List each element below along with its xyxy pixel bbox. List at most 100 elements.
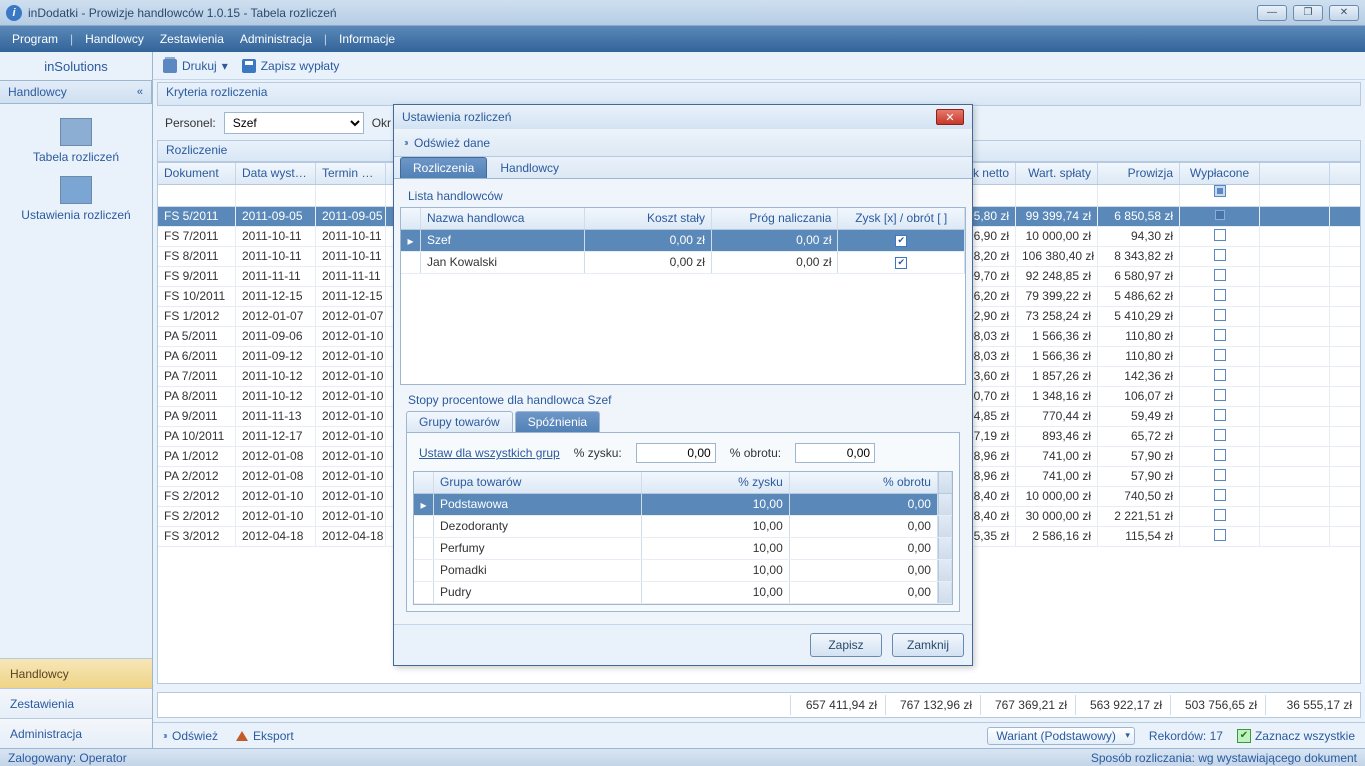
total-3: 767 369,21 zł (980, 695, 1075, 715)
checkbox-icon[interactable] (1214, 229, 1226, 241)
checkbox-icon[interactable] (1214, 489, 1226, 501)
traders-grid: Nazwa handlowca Koszt stały Próg nalicza… (400, 207, 966, 385)
stopy-header: Stopy procentowe dla handlowca Szef (400, 385, 966, 411)
set-all-groups-link[interactable]: Ustaw dla wszystkich grup (419, 446, 560, 460)
checkbox-icon[interactable]: ✔ (895, 257, 907, 269)
checkbox-icon[interactable]: ✔ (895, 235, 907, 247)
checkbox-icon[interactable] (1214, 429, 1226, 441)
app-icon: i (6, 5, 22, 21)
col-koszt[interactable]: Koszt stały (585, 208, 712, 229)
col-termin[interactable]: Termin pł... (316, 163, 386, 184)
checkbox-icon[interactable] (1214, 529, 1226, 541)
obrot-label: % obrotu: (730, 446, 781, 460)
variant-dropdown[interactable]: Wariant (Podstawowy) (987, 727, 1135, 745)
status-right: Sposób rozliczania: wg wystawiającego do… (1091, 751, 1357, 765)
sidebar-header-label: Handlowcy (8, 85, 67, 99)
checkbox-icon[interactable] (1214, 209, 1226, 221)
tab-rozliczenia[interactable]: Rozliczenia (400, 157, 487, 178)
minimize-button[interactable]: — (1257, 5, 1287, 21)
sidebar-foot-handlowcy[interactable]: Handlowcy (0, 658, 152, 688)
dialog-titlebar[interactable]: Ustawienia rozliczeń ✕ (394, 105, 972, 129)
records-count: Rekordów: 17 (1149, 729, 1223, 743)
col-data-wyst[interactable]: Data wysta... (236, 163, 316, 184)
group-row[interactable]: Dezodoranty10,000,00 (414, 516, 952, 538)
menu-zestawienia[interactable]: Zestawienia (156, 30, 228, 48)
checkbox-header-icon[interactable] (1214, 185, 1226, 197)
checkbox-icon[interactable] (1214, 249, 1226, 261)
col-prowizja[interactable]: Prowizja (1098, 163, 1180, 184)
checkbox-icon[interactable] (1214, 509, 1226, 521)
menu-handlowcy[interactable]: Handlowcy (81, 30, 148, 48)
col-pc-obrotu[interactable]: % obrotu (790, 472, 938, 493)
trader-row[interactable]: Jan Kowalski0,00 zł0,00 zł✔ (401, 252, 965, 274)
total-6: 36 555,17 zł (1265, 695, 1360, 715)
col-wart-splaty[interactable]: Wart. spłaty (1016, 163, 1098, 184)
checkbox-icon[interactable] (1214, 469, 1226, 481)
checkbox-icon[interactable] (1214, 269, 1226, 281)
total-4: 563 922,17 zł (1075, 695, 1170, 715)
zysk-label: % zysku: (574, 446, 622, 460)
obrot-input[interactable] (795, 443, 875, 463)
col-wyplacone[interactable]: Wypłacone (1180, 163, 1260, 184)
total-5: 503 756,65 zł (1170, 695, 1265, 715)
sidebar-item-ustawienia-rozliczen[interactable]: Ustawienia rozliczeń (0, 172, 152, 226)
refresh-button[interactable]: Odśwież (163, 729, 218, 743)
subtab-grupy[interactable]: Grupy towarów (406, 411, 513, 432)
trader-row[interactable]: ▸Szef0,00 zł0,00 zł✔ (401, 230, 965, 252)
select-all-button[interactable]: ✔ Zaznacz wszystkie (1237, 729, 1355, 743)
col-prog[interactable]: Próg naliczania (712, 208, 839, 229)
zysk-input[interactable] (636, 443, 716, 463)
print-button[interactable]: Drukuj ▾ (163, 59, 228, 73)
maximize-button[interactable]: ❐ (1293, 5, 1323, 21)
traders-list-header: Lista handlowców (400, 185, 966, 207)
okres-label: Okr (372, 116, 391, 130)
save-icon (242, 59, 256, 73)
close-button[interactable]: ✕ (1329, 5, 1359, 21)
refresh-icon (404, 141, 408, 145)
sidebar-item-tabela-rozliczen[interactable]: Tabela rozliczeń (0, 114, 152, 168)
save-button[interactable]: Zapisz (810, 633, 882, 657)
brand: inSolutions (0, 52, 152, 80)
dialog-refresh-button[interactable]: Odśwież dane (414, 136, 490, 150)
scrollbar[interactable] (938, 472, 952, 493)
dialog-toolbar: Odśwież dane (394, 129, 972, 157)
sidebar-foot-administracja[interactable]: Administracja (0, 718, 152, 748)
group-row[interactable]: Pudry10,000,00 (414, 582, 952, 604)
checkbox-icon[interactable] (1214, 409, 1226, 421)
group-row[interactable]: ▸Podstawowa10,000,00 (414, 494, 952, 516)
sidebar-item-label: Ustawienia rozliczeń (21, 208, 130, 222)
checkbox-icon[interactable] (1214, 369, 1226, 381)
checkbox-icon[interactable] (1214, 349, 1226, 361)
checkbox-icon[interactable] (1214, 329, 1226, 341)
checkbox-icon[interactable] (1214, 309, 1226, 321)
personel-select[interactable]: Szef (224, 112, 364, 134)
sidebar-foot-zestawienia[interactable]: Zestawienia (0, 688, 152, 718)
dialog-tabs: Rozliczenia Handlowcy (394, 157, 972, 179)
col-nazwa[interactable]: Nazwa handlowca (421, 208, 585, 229)
menu-informacje[interactable]: Informacje (335, 30, 399, 48)
group-row[interactable]: Pomadki10,000,00 (414, 560, 952, 582)
checkbox-icon[interactable] (1214, 389, 1226, 401)
group-row[interactable]: Perfumy10,000,00 (414, 538, 952, 560)
sidebar-collapse-icon[interactable]: « (137, 86, 143, 98)
checkbox-icon[interactable] (1214, 289, 1226, 301)
close-dialog-button[interactable]: Zamknij (892, 633, 964, 657)
export-button[interactable]: Eksport (236, 729, 294, 743)
totals-row: 657 411,94 zł 767 132,96 zł 767 369,21 z… (157, 692, 1361, 718)
total-1: 657 411,94 zł (790, 695, 885, 715)
dialog-title: Ustawienia rozliczeń (402, 110, 511, 124)
subtab-spoznienia[interactable]: Spóźnienia (515, 411, 600, 432)
checkbox-icon[interactable] (1214, 449, 1226, 461)
col-dokument[interactable]: Dokument (158, 163, 236, 184)
refresh-icon (163, 734, 167, 738)
menu-administracja[interactable]: Administracja (236, 30, 316, 48)
sidebar-header[interactable]: Handlowcy « (0, 80, 152, 104)
dialog-close-button[interactable]: ✕ (936, 109, 964, 125)
col-pc-zysku[interactable]: % zysku (642, 472, 790, 493)
save-label: Zapisz wypłaty (261, 59, 340, 73)
save-payouts-button[interactable]: Zapisz wypłaty (242, 59, 340, 73)
tab-handlowcy[interactable]: Handlowcy (487, 157, 572, 178)
menu-program[interactable]: Program (8, 30, 62, 48)
col-zysk-obrot[interactable]: Zysk [x] / obrót [ ] (838, 208, 965, 229)
col-grupa[interactable]: Grupa towarów (434, 472, 642, 493)
